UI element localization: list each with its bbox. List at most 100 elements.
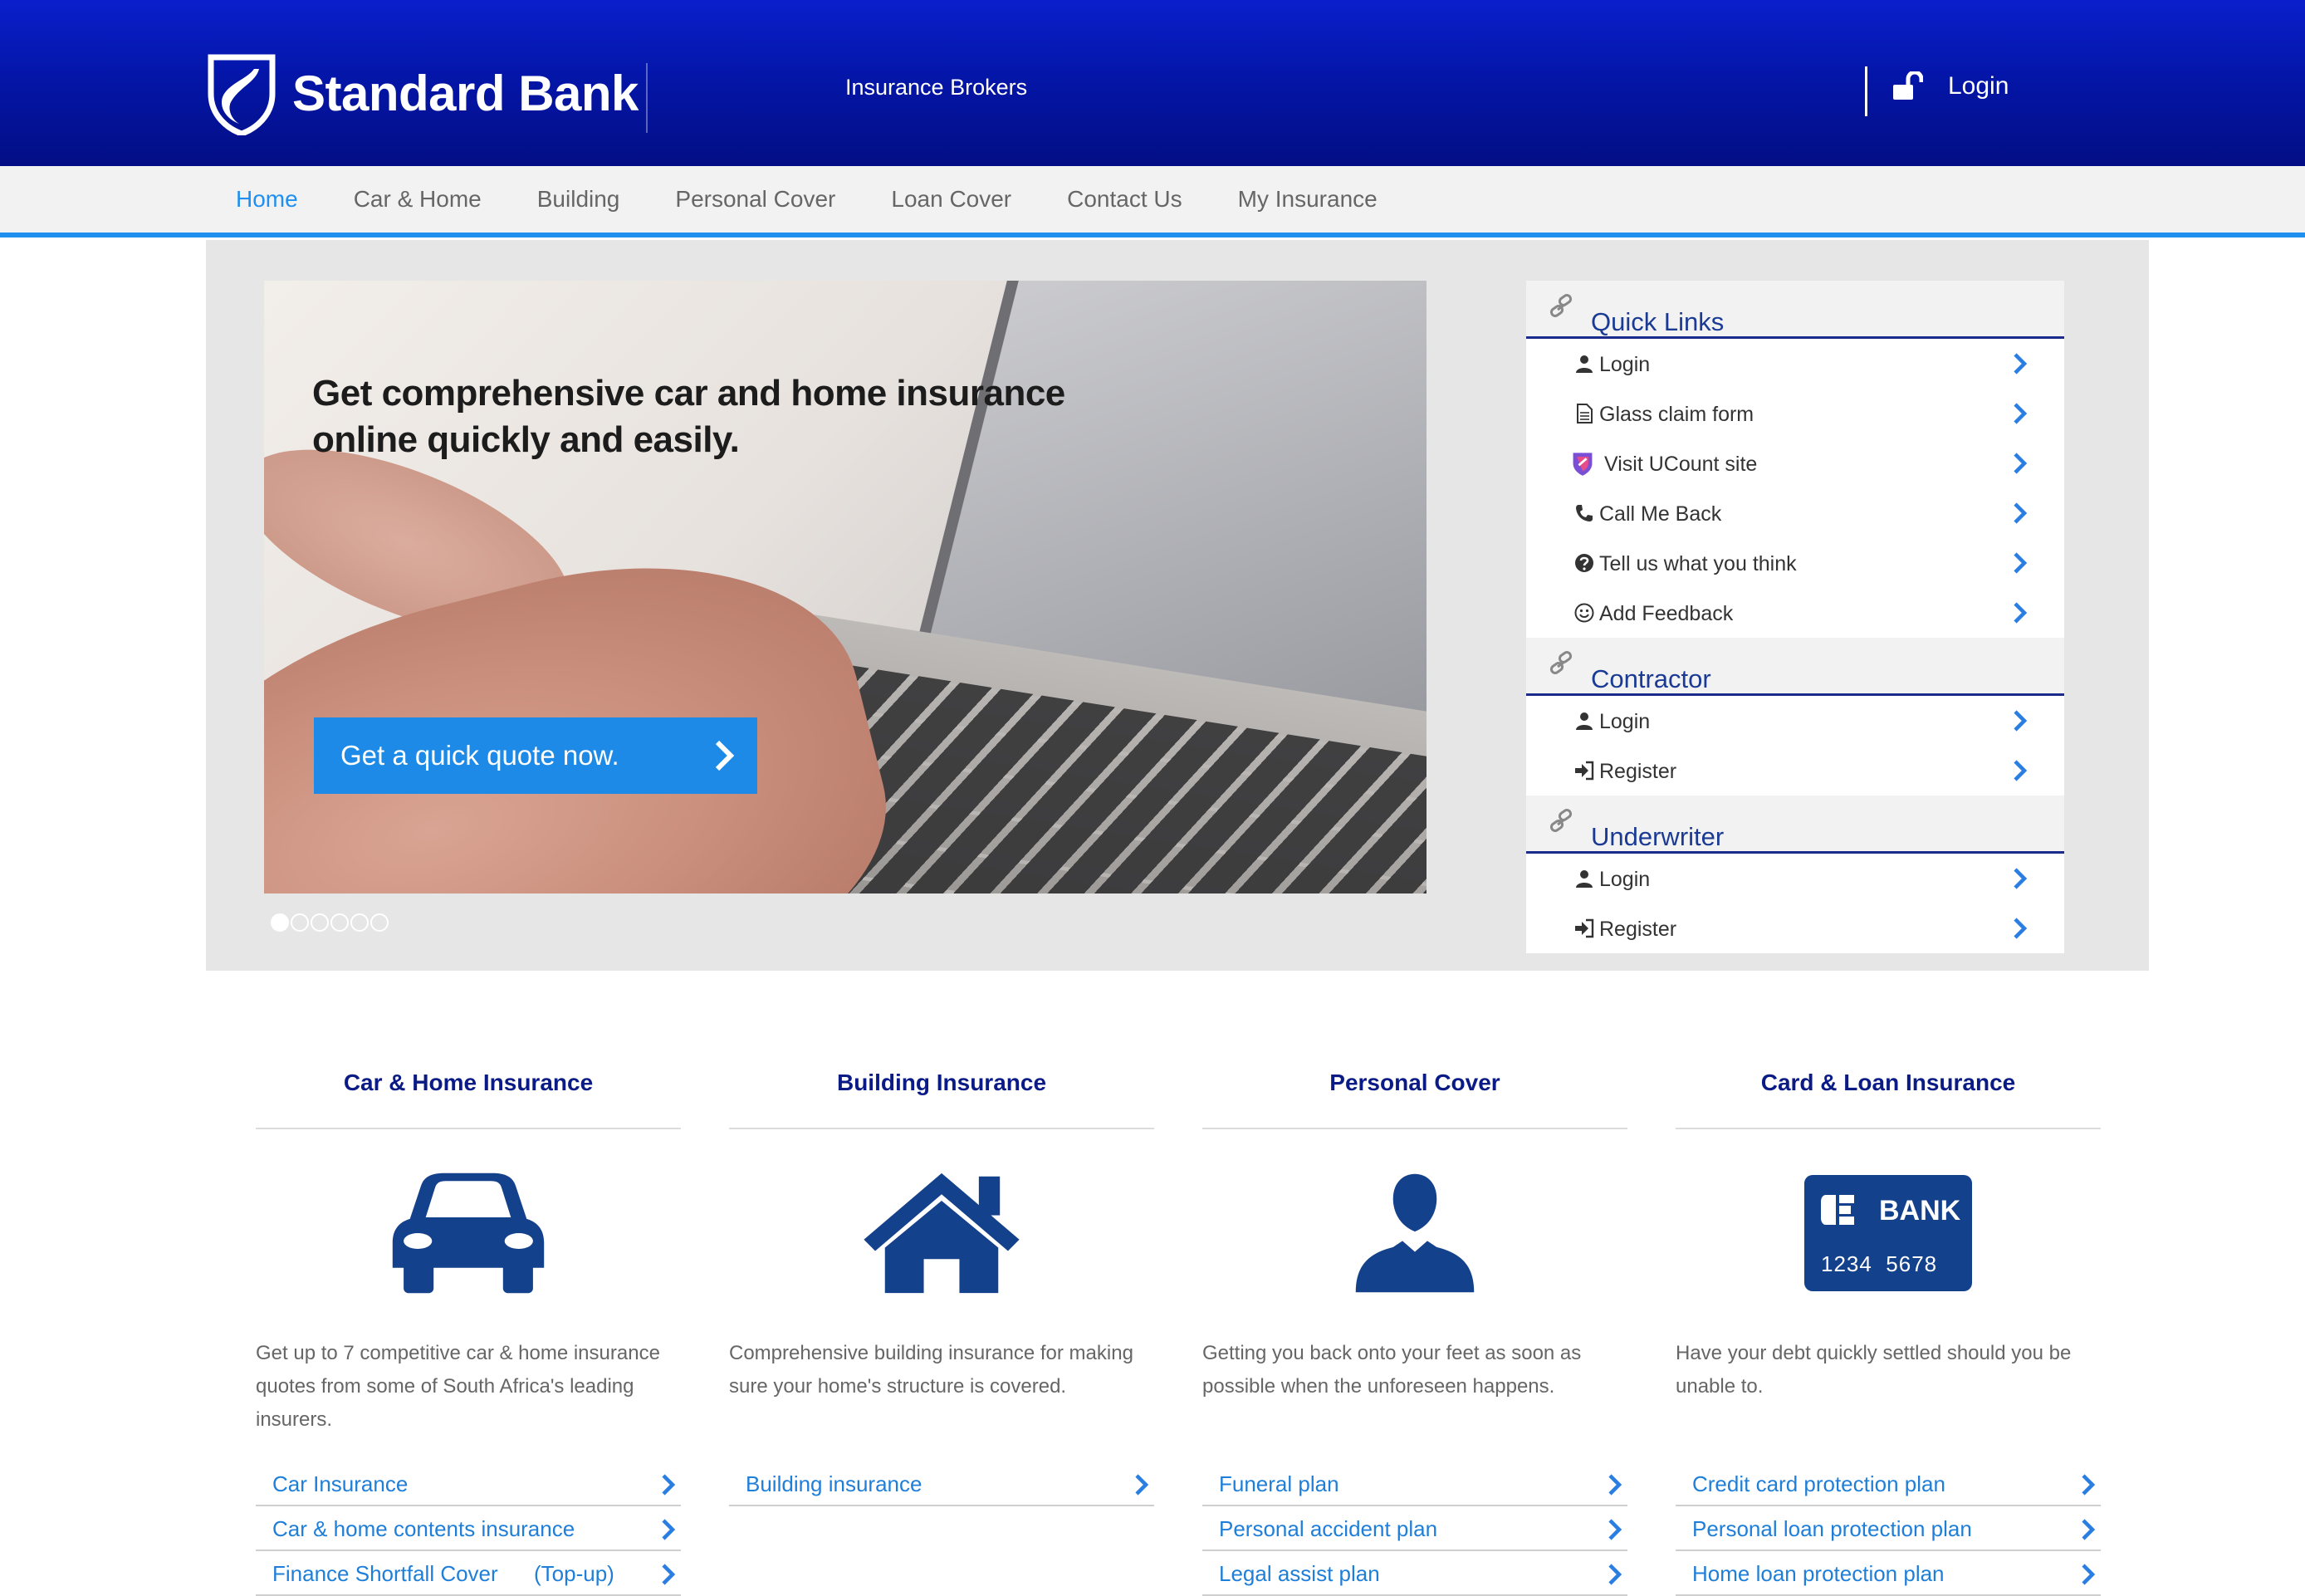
contractor-header: Contractor — [1526, 638, 2064, 696]
product-link-label: Funeral plan — [1219, 1471, 1339, 1496]
smiley-icon — [1574, 603, 1594, 623]
nav-loan-cover[interactable]: Loan Cover — [891, 186, 1011, 213]
product-card-loan: Card & Loan Insurance BANK 1234 5678 Hav… — [1676, 1055, 2101, 1596]
product-link-label: Personal loan protection plan — [1692, 1516, 1972, 1541]
quick-link-label: Call Me Back — [1599, 502, 1722, 526]
underwriter-login[interactable]: Login — [1526, 854, 2064, 903]
product-link[interactable]: Home loan protection plan — [1676, 1551, 2101, 1596]
document-icon — [1577, 404, 1593, 423]
quick-link-ucount[interactable]: Visit UCount site — [1526, 438, 2064, 488]
promo-banner[interactable]: Get comprehensive car and home insurance… — [264, 281, 1427, 893]
chevron-right-icon — [1608, 1474, 1622, 1496]
carousel-dot-4[interactable] — [330, 913, 349, 932]
product-description: Comprehensive building insurance for mak… — [729, 1342, 1133, 1398]
chevron-right-icon — [2014, 868, 2028, 889]
carousel-dot-6[interactable] — [370, 913, 389, 932]
quick-link-label: Add Feedback — [1599, 602, 1734, 625]
sign-in-icon — [1575, 918, 1594, 938]
header-login-button[interactable]: Login — [1891, 71, 2009, 101]
underwriter-register[interactable]: Register — [1526, 903, 2064, 953]
product-link[interactable]: Credit card protection plan — [1676, 1461, 2101, 1506]
quick-link-call-me-back[interactable]: Call Me Back — [1526, 488, 2064, 538]
contractor-register[interactable]: Register — [1526, 746, 2064, 796]
header-divider — [646, 63, 648, 133]
carousel-dot-1[interactable] — [271, 913, 289, 932]
underwriter-register-label: Register — [1599, 918, 1677, 941]
car-icon[interactable] — [389, 1168, 547, 1298]
chevron-right-icon — [2014, 502, 2028, 524]
product-link[interactable]: Personal accident plan — [1202, 1506, 1627, 1551]
carousel-dot-5[interactable] — [350, 913, 369, 932]
banner-headline-line1: Get comprehensive car and home insurance — [312, 373, 1065, 414]
banner-headline-line2: online quickly and easily. — [312, 419, 740, 460]
chevron-right-icon — [662, 1519, 676, 1540]
product-link[interactable]: Finance Shortfall Cover (Top-up) — [256, 1551, 681, 1596]
quick-links-title: Quick Links — [1591, 307, 1725, 336]
quick-link-label: Tell us what you think — [1599, 552, 1797, 575]
bank-card-icon[interactable]: BANK 1234 5678 — [1804, 1175, 1972, 1291]
standard-bank-logo[interactable]: Standard Bank — [206, 50, 639, 136]
product-link[interactable]: Building insurance — [729, 1461, 1154, 1506]
contractor-register-label: Register — [1599, 760, 1677, 783]
chevron-right-icon — [1608, 1564, 1622, 1585]
product-link[interactable]: Legal assist plan — [1202, 1551, 1627, 1596]
product-link-label: Credit card protection plan — [1692, 1471, 1945, 1496]
question-circle-icon — [1575, 554, 1593, 572]
product-link[interactable]: Funeral plan — [1202, 1461, 1627, 1506]
nav-contact-us[interactable]: Contact Us — [1067, 186, 1182, 213]
house-icon[interactable] — [860, 1168, 1023, 1298]
quick-link-login[interactable]: Login — [1526, 339, 2064, 389]
nav-car-home[interactable]: Car & Home — [354, 186, 482, 213]
login-divider — [1865, 66, 1867, 116]
bank-logo-mark-icon — [1821, 1195, 1854, 1225]
carousel-dot-3[interactable] — [311, 913, 329, 932]
chevron-right-icon — [2014, 918, 2028, 939]
product-building: Building Insurance Comprehensive buildin… — [729, 1055, 1154, 1506]
contractor-login-label: Login — [1599, 710, 1651, 733]
product-title[interactable]: Card & Loan Insurance — [1676, 1055, 2101, 1129]
quick-link-glass-claim[interactable]: Glass claim form — [1526, 389, 2064, 438]
quick-quote-button[interactable]: Get a quick quote now. — [314, 717, 757, 794]
header-subtitle: Insurance Brokers — [845, 75, 1028, 100]
nav-personal-cover[interactable]: Personal Cover — [675, 186, 835, 213]
user-icon — [1576, 870, 1593, 888]
quick-link-label: Login — [1599, 353, 1651, 376]
ucount-logo-icon — [1573, 453, 1593, 476]
product-description: Have your debt quickly settled should yo… — [1676, 1342, 2072, 1398]
banner-headline: Get comprehensive car and home insurance… — [312, 370, 1109, 463]
chevron-right-icon — [1135, 1474, 1149, 1496]
product-link[interactable]: Car & home contents insurance — [256, 1506, 681, 1551]
contractor-login[interactable]: Login — [1526, 696, 2064, 746]
carousel-dot-2[interactable] — [291, 913, 309, 932]
quick-links-header: Quick Links — [1526, 281, 2064, 339]
product-description: Getting you back onto your feet as soon … — [1202, 1342, 1582, 1398]
underwriter-login-label: Login — [1599, 868, 1651, 891]
product-car-home: Car & Home Insurance Get up to 7 competi… — [256, 1055, 681, 1596]
nav-building[interactable]: Building — [537, 186, 620, 213]
nav-home[interactable]: Home — [236, 186, 298, 213]
sign-in-icon — [1575, 761, 1594, 781]
link-icon — [1549, 651, 1573, 674]
carousel-dots — [271, 913, 390, 932]
product-title[interactable]: Building Insurance — [729, 1055, 1154, 1129]
link-icon — [1549, 809, 1573, 832]
nav-my-insurance[interactable]: My Insurance — [1238, 186, 1378, 213]
unlock-icon — [1893, 71, 1923, 100]
quick-link-add-feedback[interactable]: Add Feedback — [1526, 588, 2064, 638]
user-icon — [1576, 712, 1593, 730]
chevron-right-icon — [2014, 552, 2028, 574]
brand-name: Standard Bank — [292, 65, 639, 121]
chevron-right-icon — [2014, 453, 2028, 474]
product-link[interactable]: Car Insurance — [256, 1461, 681, 1506]
product-personal-cover: Personal Cover Getting you back onto you… — [1202, 1055, 1627, 1596]
person-icon[interactable] — [1353, 1171, 1477, 1295]
product-title[interactable]: Personal Cover — [1202, 1055, 1627, 1129]
product-link-label: Car & home contents insurance — [272, 1516, 575, 1541]
chevron-right-icon — [715, 740, 735, 771]
product-link[interactable]: Personal loan protection plan — [1676, 1506, 2101, 1551]
chevron-right-icon — [662, 1564, 676, 1585]
quick-link-tell-us[interactable]: Tell us what you think — [1526, 538, 2064, 588]
card-number-text: 1234 5678 — [1821, 1251, 1938, 1276]
underwriter-title: Underwriter — [1591, 822, 1725, 851]
product-title[interactable]: Car & Home Insurance — [256, 1055, 681, 1129]
